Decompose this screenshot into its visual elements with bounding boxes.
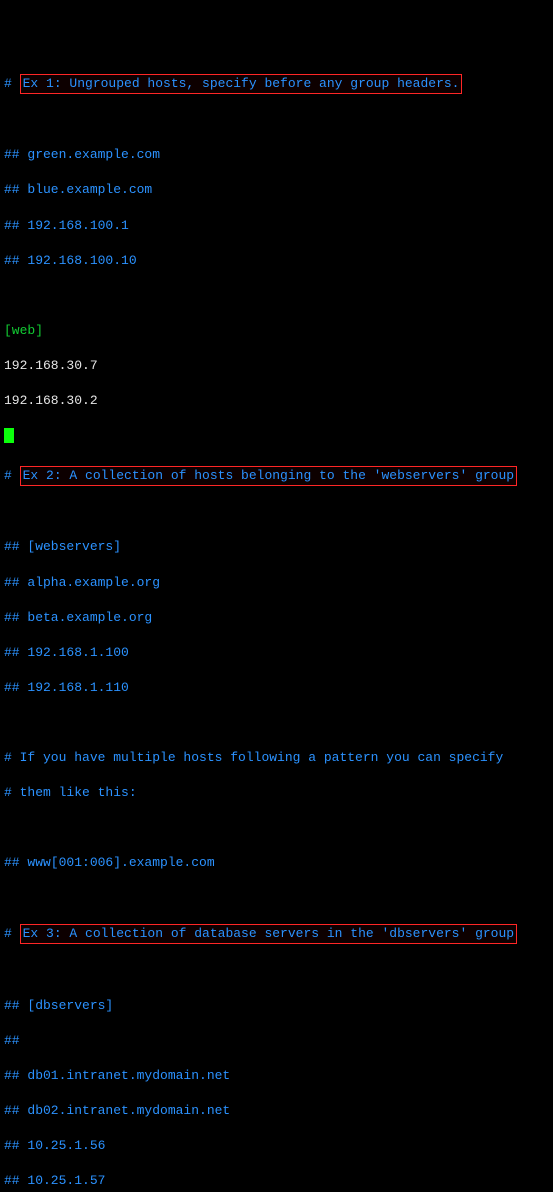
host-comment: ## www[001:006].example.com <box>4 854 549 872</box>
comment-line: # them like this: <box>4 784 549 802</box>
comment-hash: # <box>4 468 20 483</box>
line-ex2-header: # Ex 2: A collection of hosts belonging … <box>4 466 549 486</box>
host-entry: 192.168.30.2 <box>4 392 549 410</box>
host-comment: ## 192.168.1.110 <box>4 679 549 697</box>
comment-line: # If you have multiple hosts following a… <box>4 749 549 767</box>
host-comment: ## 10.25.1.57 <box>4 1172 549 1190</box>
highlight-ex1: Ex 1: Ungrouped hosts, specify before an… <box>20 74 463 94</box>
comment-hash: # <box>4 76 20 91</box>
host-entry: 192.168.30.7 <box>4 357 549 375</box>
highlight-ex2: Ex 2: A collection of hosts belonging to… <box>20 466 517 486</box>
blank-line <box>4 962 549 980</box>
host-comment: ## green.example.com <box>4 146 549 164</box>
host-comment: ## [webservers] <box>4 538 549 556</box>
host-comment: ## alpha.example.org <box>4 574 549 592</box>
blank-line <box>4 889 549 907</box>
group-header-web: [web] <box>4 322 549 340</box>
blank-line <box>4 503 549 521</box>
host-comment: ## 10.25.1.56 <box>4 1137 549 1155</box>
line-ex3-header: # Ex 3: A collection of database servers… <box>4 924 549 944</box>
cursor <box>4 428 14 443</box>
host-comment: ## [dbservers] <box>4 997 549 1015</box>
line-ex1-header: # Ex 1: Ungrouped hosts, specify before … <box>4 74 549 94</box>
host-comment: ## db02.intranet.mydomain.net <box>4 1102 549 1120</box>
blank-line <box>4 287 549 305</box>
highlight-ex3: Ex 3: A collection of database servers i… <box>20 924 517 944</box>
blank-line <box>4 819 549 837</box>
host-comment: ## blue.example.com <box>4 181 549 199</box>
comment-hash: # <box>4 926 20 941</box>
blank-line <box>4 111 549 129</box>
host-comment: ## <box>4 1032 549 1050</box>
host-comment: ## 192.168.100.10 <box>4 252 549 270</box>
host-comment: ## 192.168.1.100 <box>4 644 549 662</box>
cursor-line <box>4 427 549 449</box>
host-comment: ## 192.168.100.1 <box>4 217 549 235</box>
blank-line <box>4 714 549 732</box>
host-comment: ## db01.intranet.mydomain.net <box>4 1067 549 1085</box>
host-comment: ## beta.example.org <box>4 609 549 627</box>
